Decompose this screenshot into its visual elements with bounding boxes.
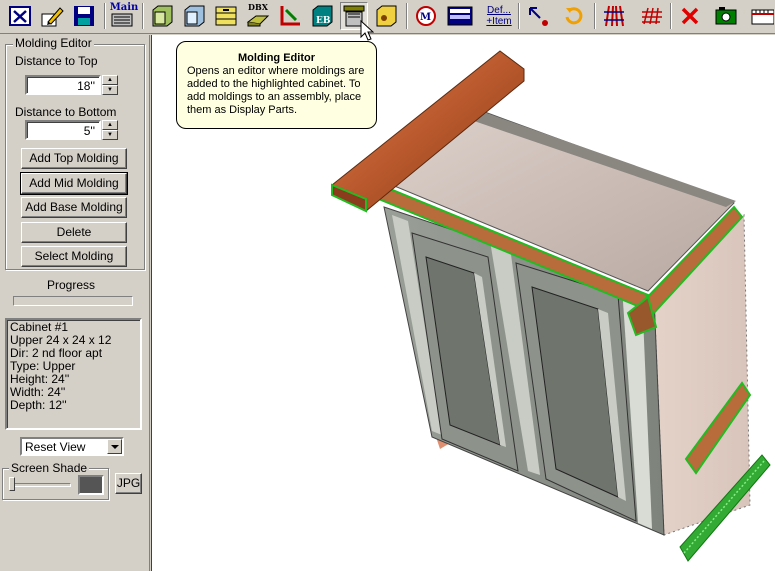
elevation-icon [604,5,624,27]
add-mid-molding-button[interactable]: Add Mid Molding [20,172,128,195]
tooltip-line: Opens an editor where moldings are [187,65,365,77]
spin-down-icon[interactable]: ▼ [102,85,118,95]
dbx-icon [246,15,270,26]
grid-icon [642,7,662,25]
add-top-molding-button[interactable]: Add Top Molding [21,148,127,169]
hardware-button[interactable] [372,2,400,30]
info-line: Depth: 12'' [10,398,67,412]
distance-bottom-spinner[interactable]: ▲ ▼ [102,120,118,140]
rotate-icon [565,7,583,25]
main-button[interactable]: Main [110,2,138,30]
elevation-button[interactable] [600,2,628,30]
cabinet-blue-icon [184,5,205,27]
ruler-button[interactable] [748,2,775,30]
spin-down-icon[interactable]: ▼ [102,130,118,140]
grid-button[interactable] [638,2,666,30]
corner-icon [280,6,300,26]
mouse-cursor-icon [360,20,374,41]
molding-editor-group-title: Molding Editor [13,36,94,50]
rotate-button[interactable] [560,2,588,30]
drawer-button[interactable] [212,2,240,30]
define-label: Def... [487,5,511,16]
pick-button[interactable] [524,2,552,30]
eb-button[interactable]: EB [308,2,336,30]
arrow-pick-icon [529,7,548,26]
svg-text:M: M [420,12,431,23]
close-document-icon [9,6,31,26]
report-icon [447,6,473,26]
view-select-value: Reset View [25,440,86,454]
progress-bar [13,296,133,306]
red-x-icon [681,7,699,25]
camera-icon [715,7,737,25]
corner-button[interactable] [276,2,304,30]
main-label: Main [109,1,139,13]
screen-shade-slider-track[interactable] [9,483,71,487]
tooltip-line: added to the highlighted cabinet. To [187,78,361,90]
define-item-button[interactable]: Def... +Item [484,2,514,30]
view-select[interactable]: Reset View [20,437,124,456]
dbx-button[interactable]: DBX [244,2,272,30]
eb-label: EB [316,16,331,26]
spin-up-icon[interactable]: ▲ [102,75,118,85]
distance-bottom-input[interactable]: 5'' [25,120,101,140]
report-button[interactable] [446,2,474,30]
hardware-icon [376,5,397,27]
cabinet-front-button[interactable] [148,2,176,30]
spin-up-icon[interactable]: ▲ [102,120,118,130]
jpg-button[interactable]: JPG [115,473,142,494]
tooltip-title: Molding Editor [238,52,315,64]
distance-top-spinner[interactable]: ▲ ▼ [102,75,118,95]
camera-button[interactable] [712,2,740,30]
edit-button[interactable] [38,2,66,30]
tooltip-line: them as Display Parts. [187,104,298,116]
cabinet-side-button[interactable] [180,2,208,30]
item-label: +Item [486,16,512,27]
molding-editor-tooltip: Molding Editor Opens an editor where mol… [176,41,377,129]
ruler-icon [751,9,774,25]
chevron-down-icon[interactable] [107,439,122,454]
main-icon [111,13,133,26]
cm-icon: M [416,6,436,26]
distance-bottom-label: Distance to Bottom [15,105,117,119]
save-button[interactable] [70,2,98,30]
shade-color-swatch[interactable] [78,475,104,495]
cabinet-info-box: Cabinet #1 Upper 24 x 24 x 12 Dir: 2 nd … [5,318,142,430]
cm-button[interactable]: M [412,2,440,30]
cabinet-icon [152,5,173,27]
left-panel: Molding Editor Distance to Top 18'' ▲ ▼ … [0,35,150,571]
delete-toolbar-button[interactable] [676,2,704,30]
tooltip-line: add moldings to an assembly, place [187,91,362,103]
drawer-icon [215,6,237,26]
select-molding-button[interactable]: Select Molding [21,246,127,267]
progress-label: Progress [46,278,96,292]
distance-top-label: Distance to Top [15,54,98,68]
save-icon [74,6,94,26]
delete-button[interactable]: Delete [21,222,127,243]
screen-shade-label: Screen Shade [9,461,90,475]
pencil-icon [41,7,64,27]
eb-icon: EB [312,5,333,27]
main-toolbar: Main DBX EB M Def... +Item [0,0,775,34]
distance-top-input[interactable]: 18'' [25,75,101,95]
dbx-label: DBX [248,1,268,12]
add-base-molding-button[interactable]: Add Base Molding [21,197,127,218]
close-document-button[interactable] [6,2,34,30]
screen-shade-slider-thumb[interactable] [9,477,15,491]
